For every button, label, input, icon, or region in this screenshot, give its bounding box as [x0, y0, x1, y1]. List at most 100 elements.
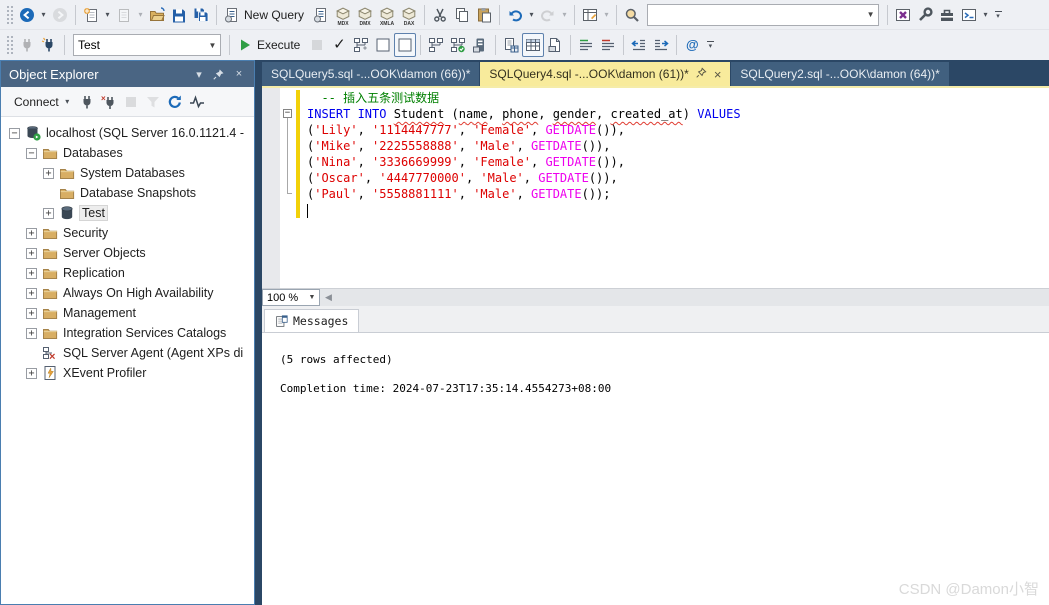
decrease-indent-button[interactable] [628, 33, 650, 57]
tab-messages[interactable]: Messages [264, 309, 360, 332]
comment-selection-button[interactable] [575, 33, 597, 57]
document-tab-3[interactable]: SQLQuery2.sql -...OOK\damon (64))* [731, 62, 949, 86]
close-panel-icon[interactable]: × [230, 65, 248, 83]
database-selector-dropdown-icon[interactable]: ▼ [205, 41, 220, 50]
query-designer-button[interactable] [579, 3, 601, 27]
tree-item-localhost-sql-server-16-0-1121-4[interactable]: − localhost (SQL Server 16.0.1121.4 - [1, 123, 254, 143]
tree-item-database-snapshots[interactable]: Database Snapshots [1, 183, 254, 203]
stop-button[interactable] [120, 90, 142, 114]
database-selector-input[interactable] [74, 36, 205, 54]
tree-item-replication[interactable]: + Replication [1, 263, 254, 283]
vs-window-button[interactable] [892, 3, 914, 27]
copy-button[interactable] [451, 3, 473, 27]
results-to-text-button[interactable] [500, 33, 522, 57]
tree-expander-icon[interactable]: + [43, 207, 54, 219]
tree-expander-icon[interactable]: − [26, 147, 37, 159]
tree-expander-icon[interactable]: + [26, 247, 37, 259]
intellisense-enabled-toggle[interactable] [394, 33, 417, 57]
navigate-back-dropdown[interactable]: ▾ [38, 3, 49, 27]
tree-item-system-databases[interactable]: + System Databases [1, 163, 254, 183]
window-position-dropdown-icon[interactable]: ▾ [190, 65, 208, 83]
disconnect-button[interactable]: × [98, 90, 120, 114]
tree-item-sql-server-agent-agent-xps-di[interactable]: × SQL Server Agent (Agent XPs di [1, 343, 254, 363]
tree-item-label[interactable]: localhost (SQL Server 16.0.1121.4 - [46, 126, 244, 140]
increase-indent-button[interactable] [650, 33, 672, 57]
pin-tab-icon[interactable] [696, 67, 707, 81]
dax-query-button[interactable]: DAX [398, 3, 420, 27]
navigate-forward-button[interactable] [49, 3, 71, 27]
tree-item-label[interactable]: Management [63, 306, 136, 320]
query-options-button[interactable] [372, 33, 394, 57]
activity-monitor-button[interactable] [186, 90, 208, 114]
close-tab-icon[interactable]: × [714, 67, 722, 82]
mdx-query-button[interactable]: MDX [332, 3, 354, 27]
tree-item-label[interactable]: Integration Services Catalogs [63, 326, 226, 340]
tree-item-server-objects[interactable]: + Server Objects [1, 243, 254, 263]
new-project-dropdown[interactable]: ▾ [102, 3, 113, 27]
uncomment-selection-button[interactable] [597, 33, 619, 57]
connect-dropdown-button[interactable]: Connect ▾ [7, 90, 76, 114]
tree-expander-icon[interactable]: + [26, 267, 37, 279]
tree-item-security[interactable]: + Security [1, 223, 254, 243]
dmx-query-button[interactable]: DMX [354, 3, 376, 27]
tree-expander-icon[interactable]: + [26, 227, 37, 239]
refresh-button[interactable] [164, 90, 186, 114]
tree-expander-icon[interactable]: + [26, 367, 37, 379]
change-connection-button[interactable] [38, 33, 60, 57]
filter-button[interactable] [142, 90, 164, 114]
undo-button[interactable] [504, 3, 526, 27]
redo-button[interactable] [537, 3, 559, 27]
client-statistics-button[interactable] [469, 33, 491, 57]
tree-item-label[interactable]: SQL Server Agent (Agent XPs di [63, 346, 243, 360]
results-to-file-button[interactable] [544, 33, 566, 57]
new-query-button[interactable]: New Query [221, 3, 310, 27]
tree-item-label[interactable]: Replication [63, 266, 125, 280]
toolbar2-overflow-button[interactable]: ▾ [703, 33, 717, 57]
tree-item-label[interactable]: Always On High Availability [63, 286, 214, 300]
find-button[interactable] [621, 3, 643, 27]
execute-button[interactable]: Execute [234, 33, 306, 57]
connect-object-icon[interactable] [76, 90, 98, 114]
connect-query-button[interactable] [16, 33, 38, 57]
tree-item-always-on-high-availability[interactable]: + Always On High Availability [1, 283, 254, 303]
properties-window-button[interactable] [914, 3, 936, 27]
cut-button[interactable] [429, 3, 451, 27]
tree-item-management[interactable]: + Management [1, 303, 254, 323]
template-parameters-button[interactable]: @ [681, 33, 703, 57]
add-item-button[interactable] [113, 3, 135, 27]
tree-expander-icon[interactable]: + [26, 327, 37, 339]
auto-hide-pin-icon[interactable] [210, 65, 228, 83]
parse-button[interactable]: ✓ [328, 33, 350, 57]
tree-item-label[interactable]: Test [79, 205, 108, 221]
tree-item-label[interactable]: Security [63, 226, 108, 240]
command-window-dropdown[interactable]: ▾ [980, 3, 991, 27]
tree-item-label[interactable]: Databases [63, 146, 123, 160]
database-selector[interactable]: ▼ [73, 34, 221, 56]
tree-expander-icon[interactable]: + [43, 167, 54, 179]
save-button[interactable] [168, 3, 190, 27]
tree-item-label[interactable]: Database Snapshots [80, 186, 196, 200]
tree-item-test[interactable]: + Test [1, 203, 254, 223]
find-combobox-dropdown-icon[interactable]: ▼ [863, 10, 878, 19]
database-engine-query-button[interactable] [310, 3, 332, 27]
include-actual-plan-button[interactable] [425, 33, 447, 57]
document-tab-2[interactable]: SQLQuery4.sql -...OOK\damon (61))* × [480, 62, 731, 86]
editor-zoom-selector[interactable]: 100 % ▼ [262, 289, 320, 306]
find-combobox[interactable]: ▼ [647, 3, 880, 26]
template-explorer-button[interactable] [936, 3, 958, 27]
toolbar2-grip[interactable] [5, 34, 13, 56]
tree-expander-icon[interactable]: + [26, 287, 37, 299]
tree-item-label[interactable]: System Databases [80, 166, 185, 180]
save-all-button[interactable] [190, 3, 212, 27]
tree-expander-icon[interactable]: − [9, 127, 20, 139]
xmla-query-button[interactable]: XMLA [376, 3, 398, 27]
horizontal-scrollbar[interactable] [337, 290, 1049, 306]
cancel-query-button[interactable] [306, 33, 328, 57]
results-to-grid-toggle[interactable] [522, 33, 545, 57]
paste-button[interactable] [473, 3, 495, 27]
redo-dropdown[interactable]: ▾ [559, 3, 570, 27]
panel-splitter[interactable] [255, 60, 262, 605]
add-item-dropdown[interactable]: ▾ [135, 3, 146, 27]
tree-item-xevent-profiler[interactable]: + XEvent Profiler [1, 363, 254, 383]
tree-item-label[interactable]: XEvent Profiler [63, 366, 146, 380]
